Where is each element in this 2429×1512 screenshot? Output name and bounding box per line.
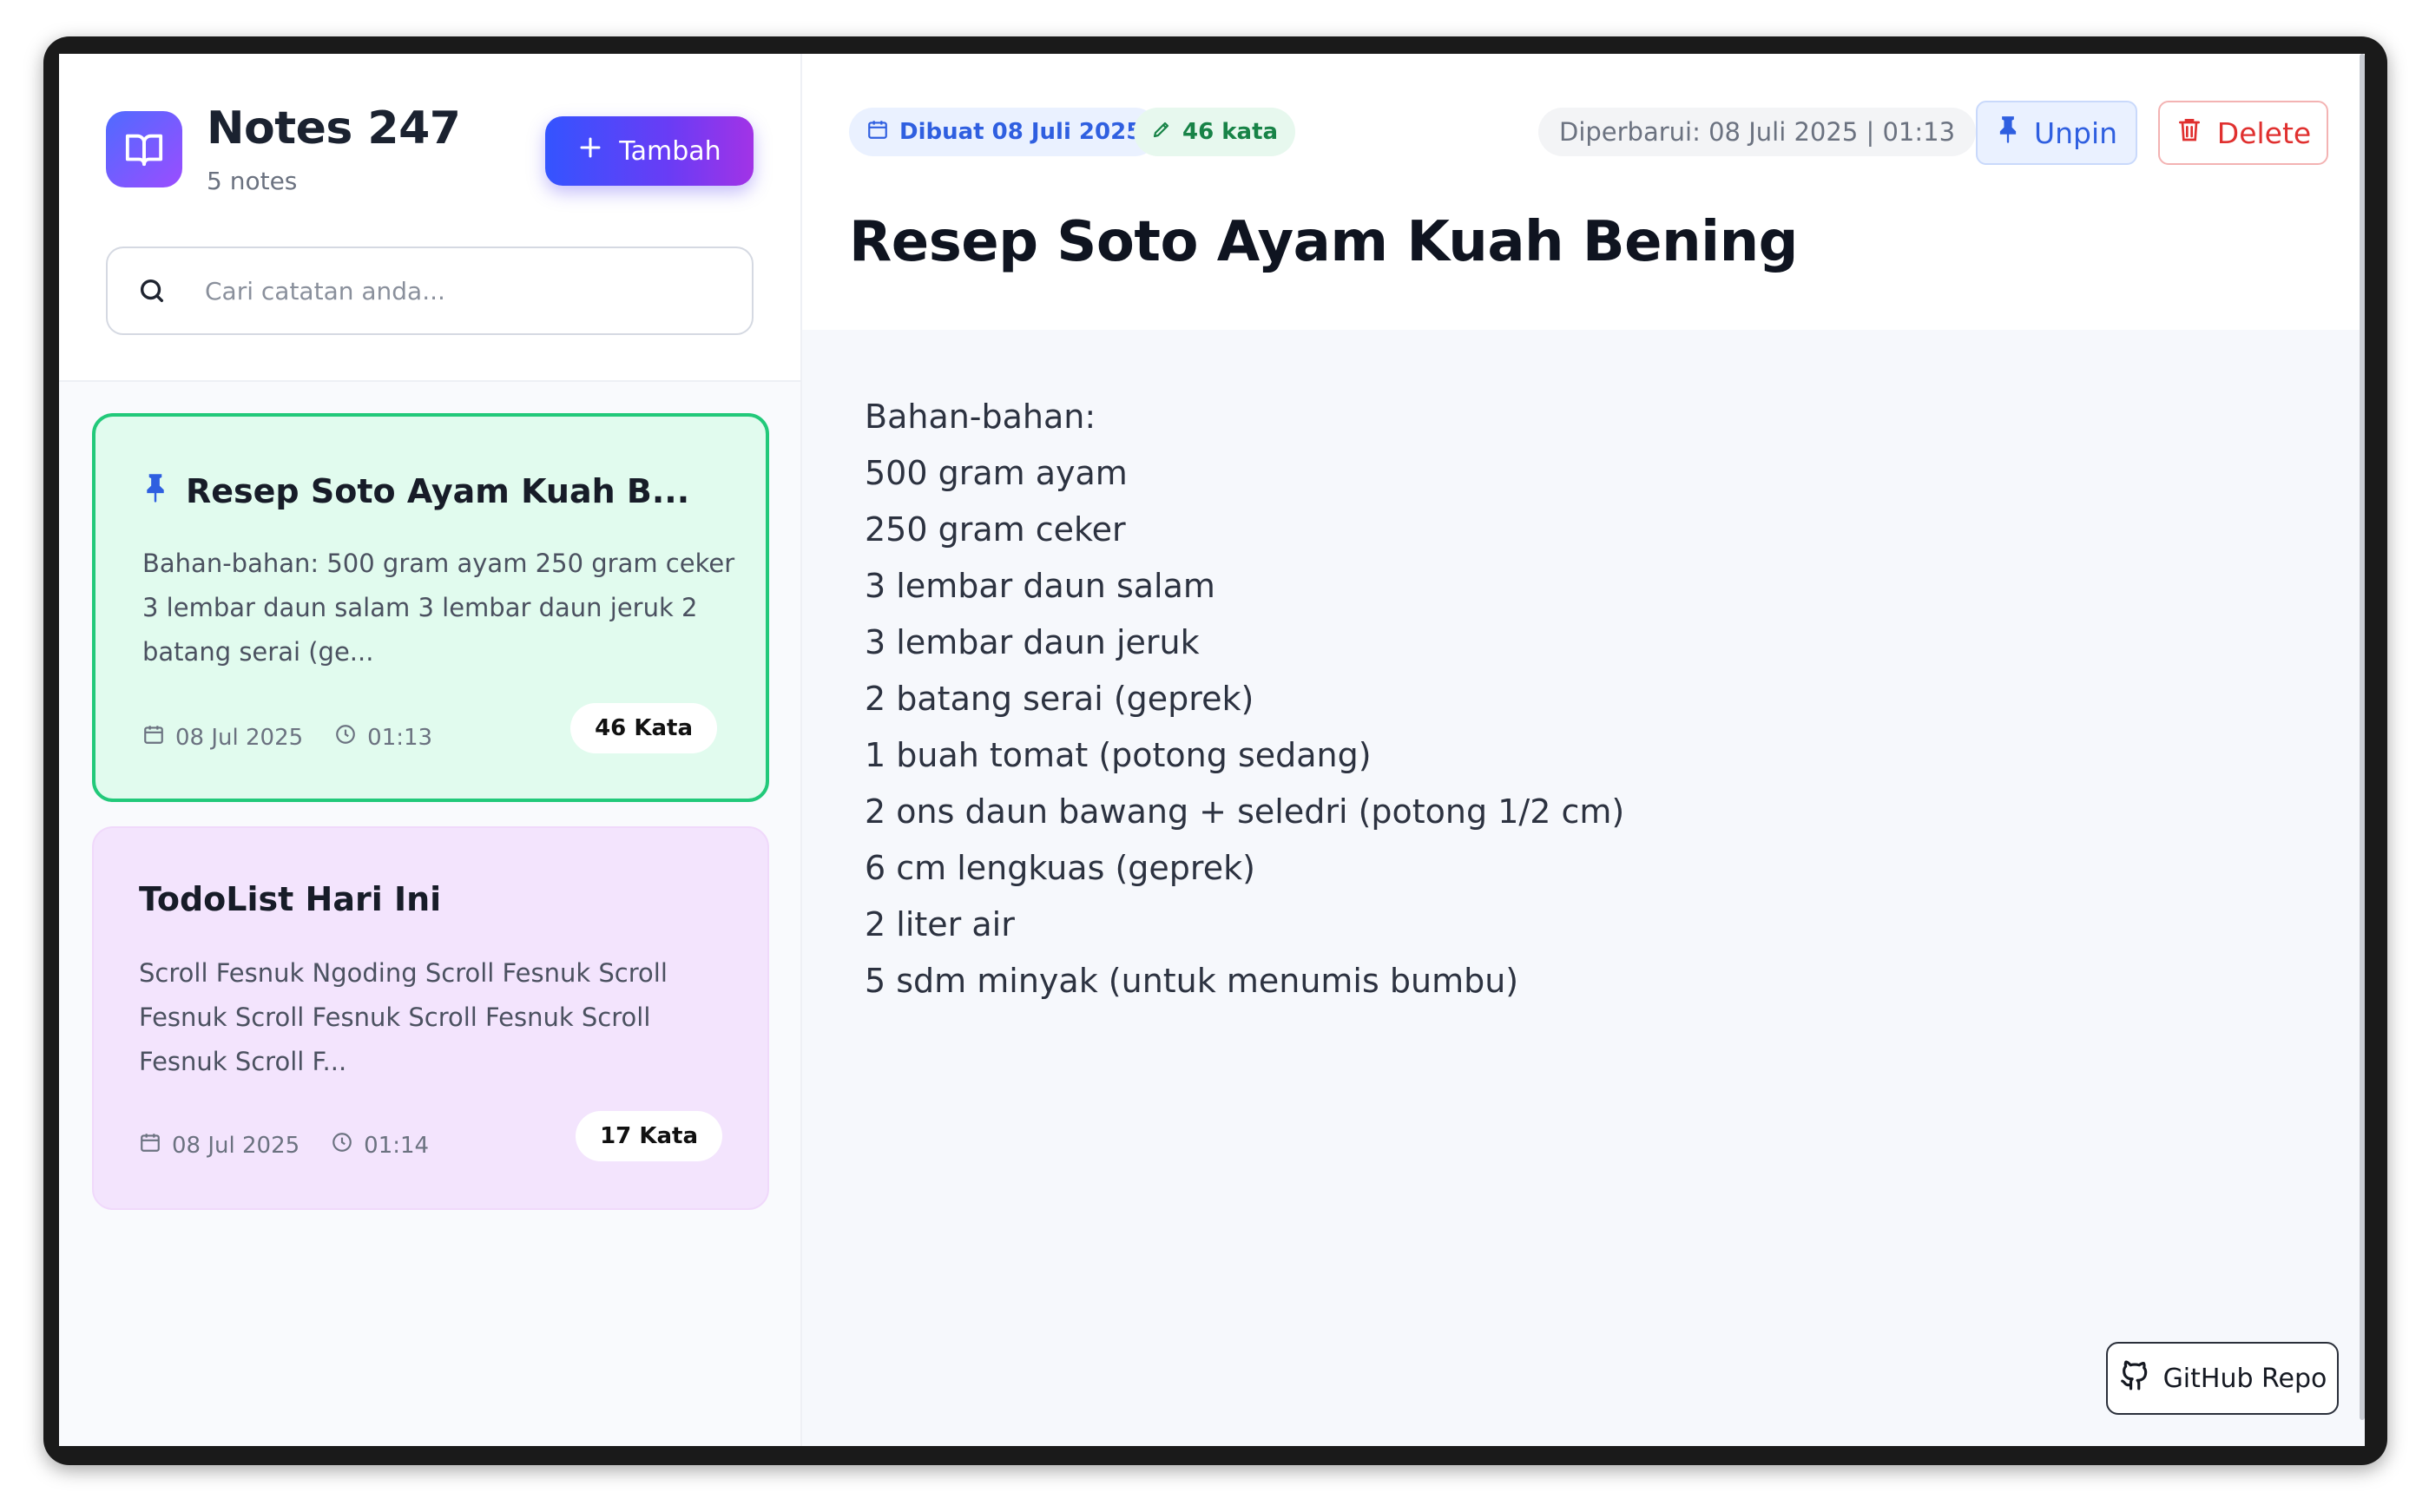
note-title: Resep Soto Ayam Kuah Bening [849, 210, 1798, 274]
search-icon [137, 273, 172, 308]
note-card-date-text: 08 Jul 2025 [175, 724, 304, 751]
word-count-badge: 46 Kata [570, 703, 717, 753]
note-card-preview: Scroll Fesnuk Ngoding Scroll Fesnuk Scro… [139, 958, 668, 1076]
pencil-icon [1151, 119, 1172, 146]
word-count-badge: 17 Kata [576, 1111, 722, 1161]
note-content[interactable]: Bahan-bahan: 500 gram ayam 250 gram ceke… [865, 389, 1624, 1009]
content-line: 250 gram ceker [865, 510, 1126, 549]
note-detail-header: Dibuat 08 Juli 2025 46 kata Diperbarui: … [802, 54, 2365, 330]
note-count: 5 notes [207, 167, 298, 195]
pin-icon [1996, 115, 2020, 150]
github-icon [2118, 1358, 2151, 1398]
note-card-title: Resep Soto Ayam Kuah B... [186, 472, 690, 510]
updated-timestamp: Diperbarui: 08 Juli 2025 | 01:13 [1538, 108, 1977, 156]
search-input[interactable] [205, 276, 726, 306]
note-card-meta: 08 Jul 2025 01:14 [139, 1131, 429, 1160]
scrollbar[interactable] [2360, 54, 2365, 1420]
note-card[interactable]: Resep Soto Ayam Kuah B... Bahan-bahan: 5… [92, 413, 769, 802]
word-count-chip: 46 kata [1134, 108, 1296, 156]
github-repo-button[interactable]: GitHub Repo [2106, 1342, 2339, 1415]
content-line: 6 cm lengkuas (geprek) [865, 849, 1255, 887]
content-line: 3 lembar daun jeruk [865, 623, 1200, 661]
app-title: Notes 247 [207, 102, 461, 154]
delete-button[interactable]: Delete [2158, 101, 2328, 165]
content-line: 5 sdm minyak (untuk menumis bumbu) [865, 962, 1519, 1000]
sidebar: Notes 247 5 notes Tambah Resep [59, 54, 802, 1446]
clock-icon [331, 1131, 353, 1160]
add-note-button[interactable]: Tambah [545, 116, 754, 186]
note-card-date-text: 08 Jul 2025 [172, 1132, 300, 1159]
content-line: 500 gram ayam [865, 454, 1128, 492]
note-detail: Dibuat 08 Juli 2025 46 kata Diperbarui: … [802, 54, 2365, 1446]
content-line: 2 batang serai (geprek) [865, 680, 1254, 718]
calendar-icon [139, 1131, 161, 1160]
content-line: Bahan-bahan: [865, 398, 1096, 436]
app-window: Notes 247 5 notes Tambah Resep [59, 54, 2365, 1446]
add-note-label: Tambah [619, 135, 721, 167]
note-card-date: 08 Jul 2025 [142, 723, 303, 752]
note-card-title-row: TodoList Hari Ini [139, 880, 441, 918]
created-date-chip: Dibuat 08 Juli 2025 [849, 108, 1160, 156]
content-line: 1 buah tomat (potong sedang) [865, 736, 1372, 774]
content-line: 3 lembar daun salam [865, 567, 1215, 605]
pin-icon [142, 472, 168, 510]
note-card-title-row: Resep Soto Ayam Kuah B... [142, 472, 689, 510]
note-card-time: 01:13 [334, 723, 432, 752]
note-card-date: 08 Jul 2025 [139, 1131, 300, 1160]
word-count-text: 46 kata [1182, 119, 1279, 145]
trash-icon [2176, 115, 2203, 150]
note-card-meta: 08 Jul 2025 01:13 [142, 723, 432, 752]
calendar-icon [866, 118, 889, 147]
content-line: 2 liter air [865, 905, 1015, 943]
calendar-icon [142, 723, 165, 752]
plus-icon [577, 135, 603, 168]
search-box [106, 247, 754, 335]
note-card-time: 01:14 [331, 1131, 429, 1160]
note-card-preview: Bahan-bahan: 500 gram ayam 250 gram ceke… [142, 549, 735, 667]
note-card-time-text: 01:13 [367, 724, 433, 751]
note-card-time-text: 01:14 [364, 1132, 430, 1159]
note-card[interactable]: TodoList Hari Ini Scroll Fesnuk Ngoding … [92, 826, 769, 1210]
created-date-text: Dibuat 08 Juli 2025 [899, 119, 1142, 145]
content-line: 2 ons daun bawang + seledri (potong 1/2 … [865, 792, 1625, 831]
note-card-title: TodoList Hari Ini [139, 880, 442, 918]
unpin-label: Unpin [2033, 115, 2118, 150]
sidebar-header: Notes 247 5 notes Tambah [59, 54, 800, 382]
delete-label: Delete [2216, 115, 2312, 150]
book-icon [106, 111, 182, 187]
clock-icon [334, 723, 357, 752]
unpin-button[interactable]: Unpin [1976, 101, 2137, 165]
github-repo-label: GitHub Repo [2162, 1363, 2327, 1394]
